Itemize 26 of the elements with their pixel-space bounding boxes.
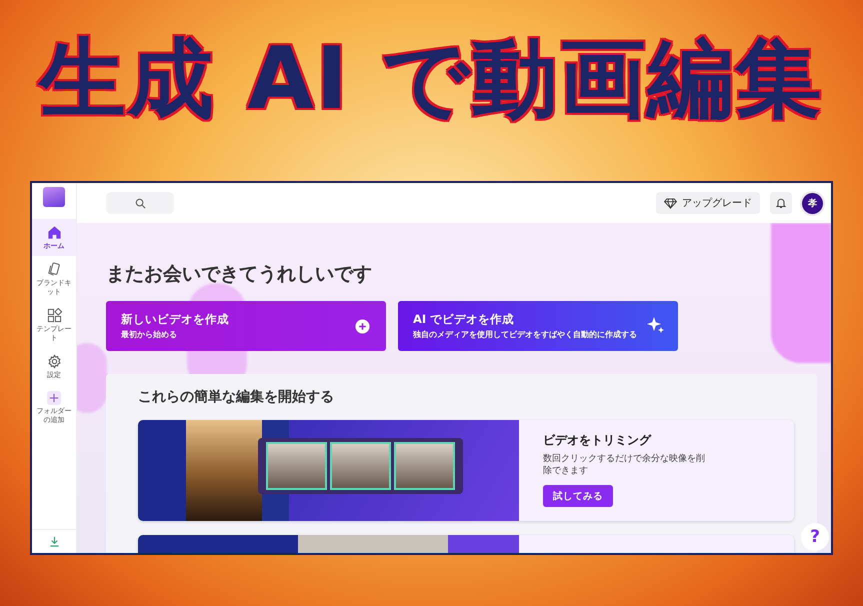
upgrade-button[interactable]: アップグレード: [656, 192, 760, 214]
home-icon: [46, 225, 62, 240]
decorative-ribbon: [77, 343, 107, 413]
greeting-heading: またお会いできてうれしいです: [106, 262, 373, 287]
create-video-button[interactable]: 新しいビデオを作成 最初から始める: [106, 301, 386, 351]
section-heading: これらの簡単な編集を開始する: [138, 388, 335, 406]
download-icon[interactable]: [48, 536, 60, 547]
search-icon: [134, 198, 146, 208]
search-field[interactable]: [106, 192, 174, 214]
template-icon: [46, 308, 62, 324]
try-button[interactable]: 試してみる: [543, 485, 613, 508]
cards-icon: [46, 262, 62, 278]
banner-title: 生成 AI で動画編集: [36, 28, 825, 131]
diamond-icon: [664, 198, 677, 208]
app-logo-icon: [43, 187, 65, 207]
create-video-button[interactable]: AI でビデオを作成 独自のメディアを使用してビデオをすばやく自動的に作成する: [398, 301, 678, 351]
settings-icon: [46, 354, 62, 369]
bell-icon: [775, 197, 787, 209]
card-description: 数回クリックするだけで余分な映像を削除できます: [543, 454, 706, 478]
card-title: ビデオをトリミング: [543, 432, 652, 449]
feature-card[interactable]: ビデオをトリミング 数回クリックするだけで余分な映像を削除できます 試してみる: [138, 420, 794, 521]
help-button[interactable]: ?: [801, 523, 829, 551]
notifications-button[interactable]: [770, 192, 792, 214]
plus-icon: [47, 391, 61, 406]
user-avatar[interactable]: 孝: [802, 192, 823, 214]
plus-circle-icon: [355, 318, 370, 334]
